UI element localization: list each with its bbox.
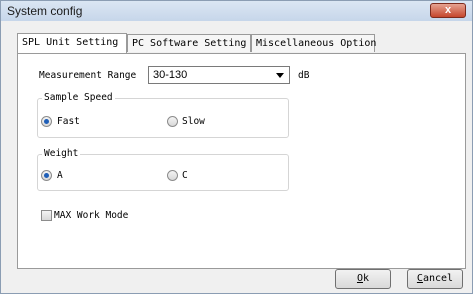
weight-a-radio[interactable] [41, 170, 52, 181]
measurement-range-label: Measurement Range [39, 70, 137, 81]
weight-group: Weight [37, 148, 289, 191]
title-bar[interactable]: System config x [1, 1, 472, 21]
slow-radio[interactable] [167, 116, 178, 127]
measurement-range-select[interactable]: 30-130 [148, 66, 290, 84]
system-config-dialog: System config x SPL Unit Setting PC Soft… [0, 0, 473, 294]
max-work-mode-label: MAX Work Mode [54, 210, 129, 221]
slow-label: Slow [182, 116, 205, 127]
chevron-down-icon [276, 73, 284, 78]
sample-speed-title: Sample Speed [42, 92, 115, 103]
fast-label: Fast [57, 116, 80, 127]
weight-c-radio[interactable] [167, 170, 178, 181]
ok-button[interactable]: Ok [335, 269, 391, 289]
tab-spl-unit-setting[interactable]: SPL Unit Setting [17, 33, 127, 53]
close-button[interactable]: x [430, 3, 466, 18]
weight-a-label: A [57, 170, 63, 181]
weight-title: Weight [42, 148, 81, 159]
tab-pc-software-setting[interactable]: PC Software Setting [127, 34, 251, 52]
cancel-label-rest: ancel [422, 273, 454, 284]
measurement-range-value: 30-130 [153, 69, 188, 81]
tab-miscellaneous-option[interactable]: Miscellaneous Option [251, 34, 376, 52]
cancel-button[interactable]: Cancel [407, 269, 463, 289]
measurement-unit: dB [298, 70, 310, 81]
fast-radio[interactable] [41, 116, 52, 127]
weight-c-label: C [182, 170, 188, 181]
window-title: System config [7, 4, 83, 18]
ok-label-rest: k [363, 273, 370, 284]
close-icon: x [444, 4, 452, 16]
max-work-mode-checkbox[interactable] [41, 210, 52, 221]
